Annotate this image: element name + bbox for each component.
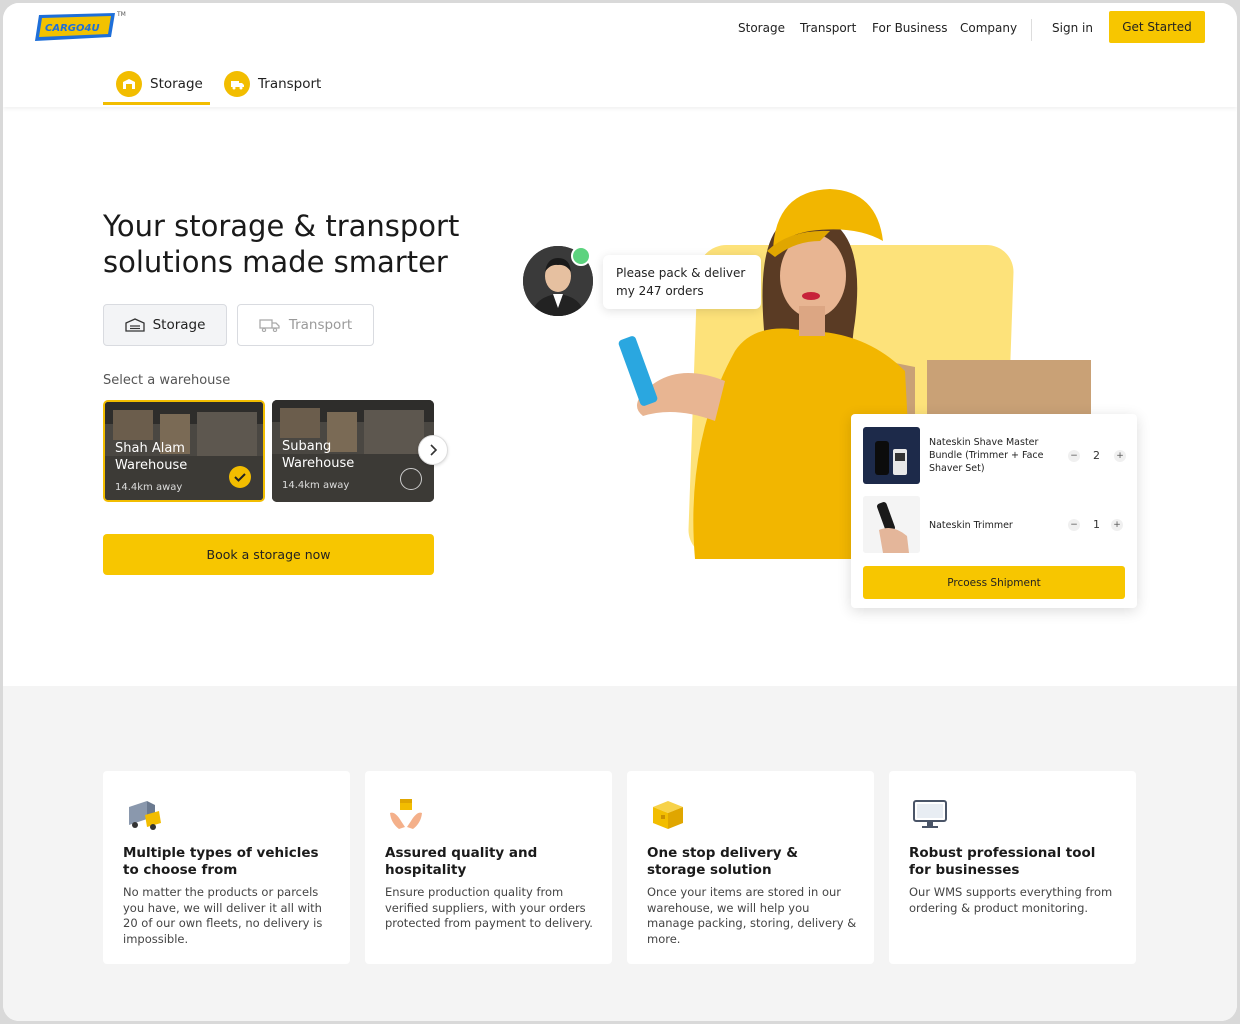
decrease-qty-button[interactable]: − [1068,450,1080,462]
sign-in-link[interactable]: Sign in [1052,21,1093,35]
nav-storage-link[interactable]: Storage [738,21,785,35]
feature-card-tools: Robust professional tool for businesses … [889,771,1136,964]
feature-title: One stop delivery & storage solution [647,845,799,878]
process-shipment-button[interactable]: Prcoess Shipment [863,566,1125,599]
cargo4u-logo[interactable]: CARGO4U [35,13,117,43]
trademark-mark: TM [117,11,126,18]
warehouse-card-subang[interactable]: Subang Warehouse 14.4km away [272,400,434,502]
feature-description: Once your items are stored in our wareho… [647,885,857,946]
segment-storage-label: Storage [152,317,206,333]
truck-outline-icon [259,319,280,332]
get-started-button[interactable]: Get Started [1109,11,1205,43]
product-qty: 2 [1093,449,1100,462]
feature-card-one-stop: One stop delivery & storage solution Onc… [627,771,874,964]
increase-qty-button[interactable]: + [1114,450,1126,462]
feature-card-quality: Assured quality and hospitality Ensure p… [365,771,612,964]
warehouse-card-shah-alam[interactable]: Shah Alam Warehouse 14.4km away [103,400,265,502]
selected-check-icon [229,466,251,488]
feature-description: No matter the products or parcels you ha… [123,885,323,946]
unselected-radio-icon [400,468,422,490]
next-warehouse-button[interactable] [418,435,448,465]
nav-transport-link[interactable]: Transport [800,21,856,35]
product-image-bundle [863,427,920,484]
segment-transport-label: Transport [288,317,353,333]
active-tab-indicator [103,102,210,105]
warehouse-distance: 14.4km away [115,482,183,493]
product-name: Nateskin Shave Master Bundle (Trimmer + … [929,437,1044,474]
nav-for-business-link[interactable]: For Business [872,21,947,35]
truck-icon [224,71,250,97]
chat-message-bubble: Please pack & deliver my 247 orders [603,255,761,309]
tab-storage[interactable]: Storage [116,63,203,105]
svg-text:CARGO4U: CARGO4U [45,23,100,34]
monitor-icon [913,800,947,828]
feature-title: Multiple types of vehicles to choose fro… [123,845,319,878]
feature-description: Our WMS supports everything from orderin… [909,885,1113,915]
product-name: Nateskin Trimmer [929,520,1013,531]
order-summary-card: Nateskin Shave Master Bundle (Trimmer + … [851,414,1137,608]
feature-card-vehicles: Multiple types of vehicles to choose fro… [103,771,350,964]
feature-title: Robust professional tool for businesses [909,845,1096,878]
warehouse-name: Subang Warehouse [282,439,355,471]
product-image-trimmer [863,496,920,553]
warehouse-distance: 14.4km away [282,480,350,491]
product-qty: 1 [1093,518,1100,531]
warehouse-icon [116,71,142,97]
cardboard-box [927,360,1091,416]
package-box-icon [653,801,683,829]
tab-transport-label: Transport [258,76,322,92]
chevron-right-icon [430,444,438,456]
hero-title: Your storage & transport solutions made … [103,209,460,279]
top-navigation-bar: CARGO4U TM Storage Transport For Busines… [3,3,1237,107]
warehouse-outline-icon [124,318,145,332]
online-status-dot [571,246,591,266]
tab-transport[interactable]: Transport [224,63,321,105]
tab-storage-label: Storage [150,76,203,92]
feature-description: Ensure production quality from verified … [385,885,593,930]
feature-title: Assured quality and hospitality [385,845,538,878]
segment-storage-button[interactable]: Storage [103,304,227,346]
warehouse-name: Shah Alam Warehouse [115,441,188,473]
nav-company-link[interactable]: Company [960,21,1017,35]
select-warehouse-label: Select a warehouse [103,373,231,388]
hands-box-icon [390,799,422,829]
increase-qty-button[interactable]: + [1111,519,1123,531]
delivery-truck-icon [129,801,161,830]
decrease-qty-button[interactable]: − [1068,519,1080,531]
browser-frame: CARGO4U TM Storage Transport For Busines… [3,3,1237,1021]
book-storage-button[interactable]: Book a storage now [103,534,434,575]
segment-transport-button[interactable]: Transport [237,304,374,346]
nav-divider [1031,19,1032,41]
